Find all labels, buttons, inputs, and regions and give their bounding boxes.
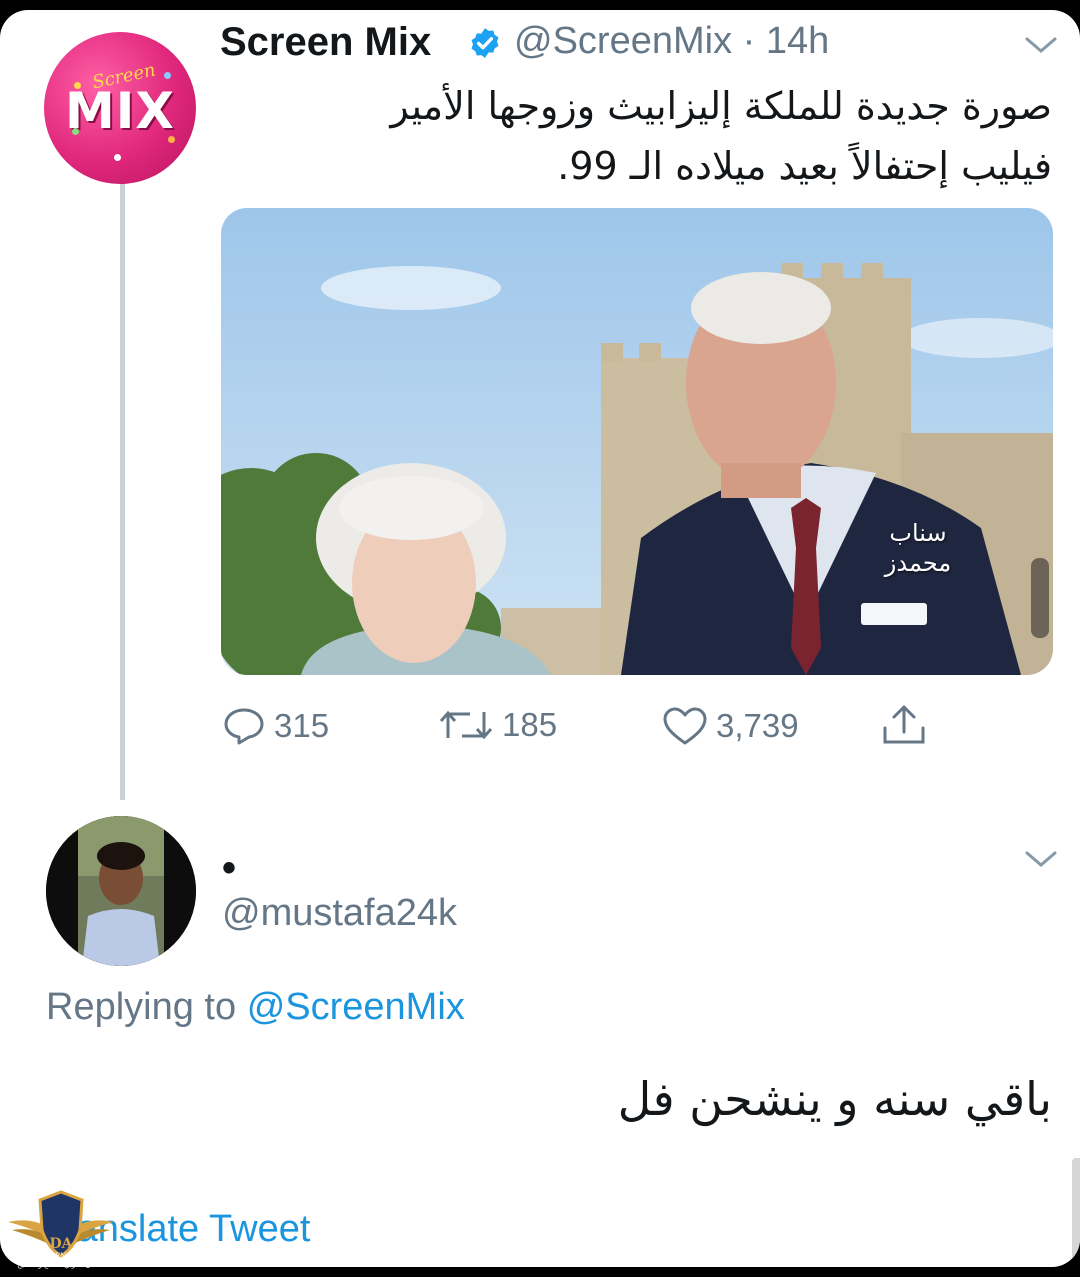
share-button[interactable] xyxy=(880,702,936,748)
like-icon xyxy=(663,707,707,745)
retweet-button[interactable]: 185 xyxy=(438,706,557,744)
verified-badge-icon xyxy=(471,28,499,58)
logo-caption-ar: المنتدى العربي للدفاع والتسليح xyxy=(17,1261,107,1269)
reply-tweet-text: باقي سنه و ينشحن فل xyxy=(617,1072,1052,1126)
replying-to-line: Replying to @ScreenMix xyxy=(46,986,465,1029)
reply-author-avatar[interactable] xyxy=(46,816,196,966)
tweet-thread-card: Screen MIX Screen Mix @ScreenMix · 14h ص… xyxy=(0,10,1080,1267)
tweet-text-line: صورة جديدة للملكة إليزابيث وزوجها الأمير xyxy=(390,84,1052,128)
share-icon xyxy=(883,705,925,744)
like-count: 3,739 xyxy=(716,707,799,744)
author-handle-time[interactable]: @ScreenMix · 14h xyxy=(514,20,829,63)
reply-author-display-name[interactable]: • xyxy=(222,846,236,891)
like-button[interactable]: 3,739 xyxy=(662,706,799,746)
watermark-line: محمدز xyxy=(884,549,952,577)
thread-connector-line xyxy=(120,180,125,800)
scrollbar[interactable] xyxy=(1072,1158,1080,1267)
tweet-text: صورة جديدة للملكة إليزابيث وزوجها الأمير… xyxy=(232,76,1052,196)
reply-icon xyxy=(224,708,264,745)
reply-author-handle[interactable]: @mustafa24k xyxy=(222,892,457,935)
replying-to-handle-link[interactable]: @ScreenMix xyxy=(247,986,465,1028)
replying-to-label: Replying to xyxy=(46,986,237,1028)
reply-count: 315 xyxy=(274,707,330,744)
image-watermark: سناب محمدز xyxy=(858,518,978,578)
screenmix-avatar[interactable]: Screen MIX xyxy=(44,32,196,184)
tweet-photo[interactable] xyxy=(221,208,1053,675)
avatar-logo-text: MIX xyxy=(65,82,175,140)
reply-button[interactable]: 315 xyxy=(222,706,329,746)
retweet-icon xyxy=(439,710,493,740)
watermark-line: سناب xyxy=(889,519,947,547)
logo-caption: ARAB DEFENSE FORUM المنتدى العربي للدفاع… xyxy=(2,1252,122,1270)
retweet-count: 185 xyxy=(502,706,558,743)
logo-caption-en: ARAB DEFENSE FORUM xyxy=(16,1252,108,1260)
chevron-down-icon[interactable] xyxy=(1024,34,1058,56)
author-display-name[interactable]: Screen Mix xyxy=(220,20,431,65)
tweet-text-line: فيليب إحتفالاً بعيد ميلاده الـ 99. xyxy=(557,144,1052,188)
logo-initials: DA xyxy=(49,1236,73,1252)
chevron-down-icon[interactable] xyxy=(1024,848,1058,870)
